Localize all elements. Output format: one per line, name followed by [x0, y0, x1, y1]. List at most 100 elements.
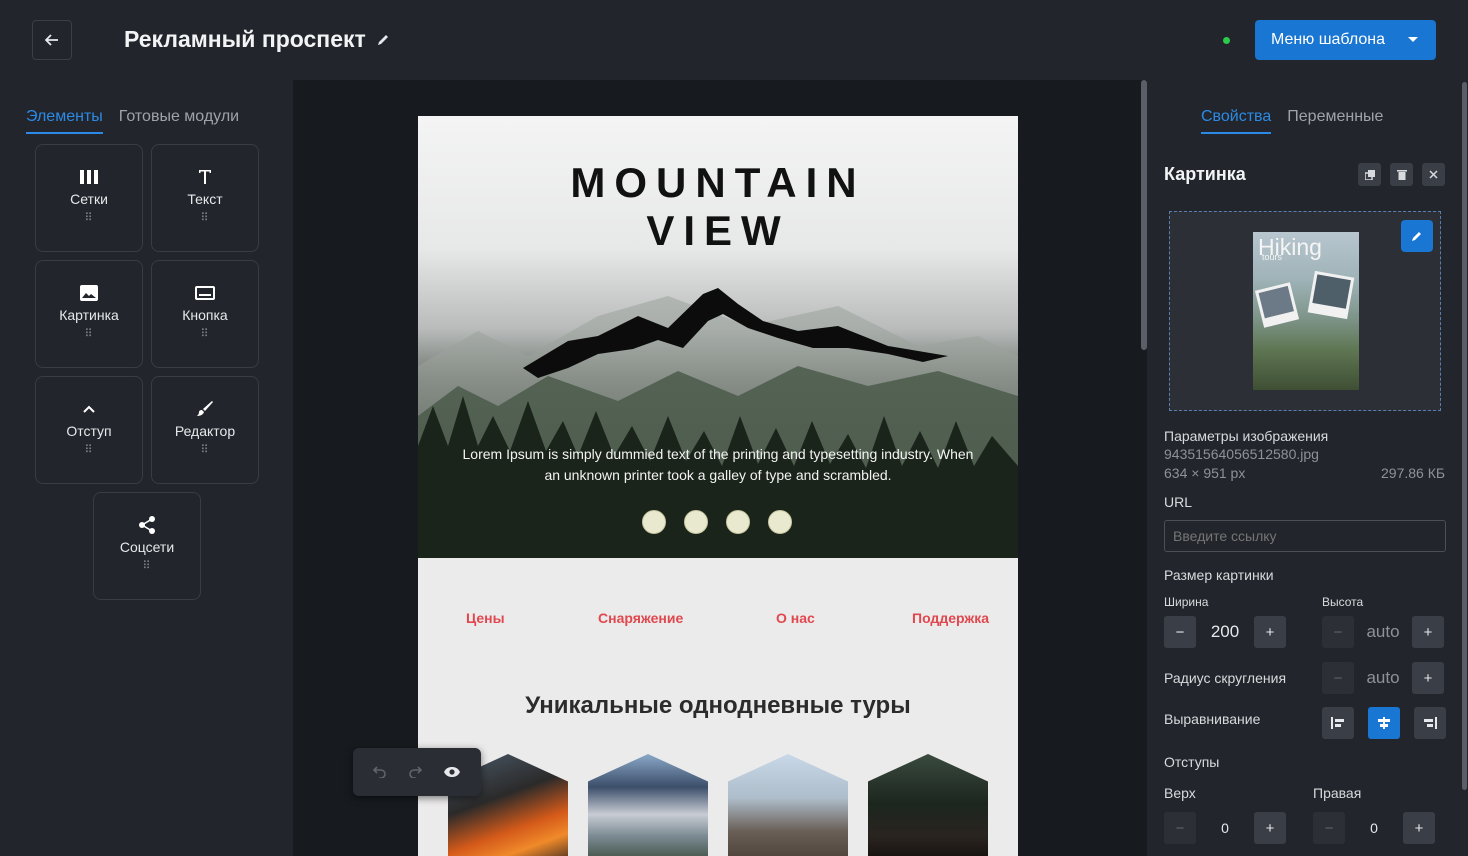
- pencil-icon: [1412, 232, 1421, 241]
- share-icon: [138, 515, 156, 535]
- nav-link-equipment[interactable]: Снаряжение: [598, 610, 683, 626]
- radius-label: Радиус скругления: [1164, 670, 1287, 686]
- padding-right-increment-button[interactable]: +: [1403, 812, 1435, 844]
- padding-top-value[interactable]: 0: [1196, 820, 1254, 836]
- brush-icon: [196, 399, 214, 419]
- preview-thumbnail: Hiking tours: [1253, 232, 1359, 390]
- radius-value[interactable]: auto: [1354, 668, 1412, 688]
- drag-handle-icon[interactable]: ⠿: [84, 329, 93, 340]
- close-icon[interactable]: [1422, 163, 1445, 186]
- padding-top-decrement-button[interactable]: −: [1164, 812, 1196, 844]
- element-tile-editor[interactable]: Редактор ⠿: [151, 376, 259, 484]
- width-decrement-button[interactable]: −: [1164, 616, 1196, 648]
- tile-label: Текст: [187, 191, 223, 207]
- page-title-text: Рекламный проспект: [124, 26, 366, 52]
- element-tile-image[interactable]: Картинка ⠿: [35, 260, 143, 368]
- align-label: Выравнивание: [1164, 711, 1261, 727]
- eye-icon[interactable]: [443, 766, 461, 778]
- tile-label: Отступ: [66, 423, 112, 439]
- tile-label: Картинка: [59, 307, 119, 323]
- drag-handle-icon[interactable]: ⠿: [200, 329, 209, 340]
- top-bar: Рекламный проспект Меню шаблона: [0, 0, 1468, 80]
- email-nav: Цены Снаряжение О нас Поддержка: [418, 610, 1018, 630]
- padding-label: Отступы: [1164, 754, 1220, 770]
- floating-toolbar: [353, 748, 481, 796]
- image-file-name: 94351564056512580.jpg: [1164, 446, 1319, 462]
- back-button[interactable]: [32, 20, 72, 60]
- hero-title-line1: MOUNTAIN: [570, 159, 866, 206]
- drag-handle-icon[interactable]: ⠿: [142, 561, 151, 572]
- tour-image-hiker[interactable]: [728, 754, 848, 856]
- height-label: Высота: [1322, 595, 1364, 609]
- email-template[interactable]: MOUNTAIN VIEW Lorem Ipsum is simply dumm…: [418, 116, 1018, 856]
- width-increment-button[interactable]: +: [1254, 616, 1286, 648]
- tile-label: Редактор: [174, 423, 236, 439]
- nav-link-prices[interactable]: Цены: [466, 610, 505, 626]
- arrow-left-icon: [45, 34, 58, 46]
- edit-image-button[interactable]: [1401, 220, 1433, 252]
- drag-handle-icon[interactable]: ⠿: [84, 213, 93, 224]
- trash-icon[interactable]: [1390, 163, 1413, 186]
- tour-image-tea[interactable]: [868, 754, 988, 856]
- button-icon: [195, 283, 215, 303]
- drag-handle-icon[interactable]: ⠿: [200, 213, 209, 224]
- tab-properties[interactable]: Свойства: [1201, 108, 1272, 134]
- width-value[interactable]: 200: [1196, 622, 1254, 642]
- preview-photo-1: [1254, 282, 1300, 328]
- social-icon-3[interactable]: [726, 510, 750, 534]
- tab-ready-modules[interactable]: Готовые модули: [119, 108, 239, 134]
- height-value[interactable]: auto: [1354, 622, 1412, 642]
- image-icon: [80, 283, 98, 303]
- social-icon-4[interactable]: [768, 510, 792, 534]
- social-icon-2[interactable]: [684, 510, 708, 534]
- image-size-label: Размер картинки: [1164, 567, 1274, 583]
- properties-panel: Свойства Переменные Картинка Hiking tour…: [1147, 80, 1468, 856]
- properties-scrollbar[interactable]: [1462, 82, 1467, 790]
- url-input[interactable]: [1164, 520, 1446, 552]
- text-icon: [198, 167, 212, 187]
- align-left-button[interactable]: [1322, 707, 1354, 739]
- align-right-button[interactable]: [1414, 707, 1446, 739]
- radius-decrement-button[interactable]: −: [1322, 662, 1354, 694]
- image-preview[interactable]: Hiking tours: [1169, 211, 1441, 411]
- nav-link-support[interactable]: Поддержка: [912, 610, 989, 626]
- redo-icon[interactable]: [408, 766, 422, 778]
- preview-subtitle: tours: [1262, 252, 1283, 262]
- element-tile-spacer[interactable]: Отступ ⠿: [35, 376, 143, 484]
- align-left-icon: [1331, 717, 1344, 729]
- align-center-button[interactable]: [1368, 707, 1400, 739]
- element-tile-grid[interactable]: Сетки ⠿: [35, 144, 143, 252]
- element-tile-button[interactable]: Кнопка ⠿: [151, 260, 259, 368]
- drag-handle-icon[interactable]: ⠿: [200, 445, 209, 456]
- pencil-icon[interactable]: [376, 33, 390, 47]
- nav-link-about[interactable]: О нас: [776, 610, 815, 626]
- image-params-label: Параметры изображения: [1164, 428, 1329, 444]
- radius-increment-button[interactable]: +: [1412, 662, 1444, 694]
- width-stepper: − 200 +: [1164, 616, 1286, 648]
- undo-icon[interactable]: [373, 766, 387, 778]
- padding-right-decrement-button[interactable]: −: [1313, 812, 1345, 844]
- element-tile-social[interactable]: Соцсети ⠿: [93, 492, 201, 600]
- tab-elements[interactable]: Элементы: [26, 108, 103, 134]
- left-tabs: Элементы Готовые модули: [26, 108, 239, 134]
- template-menu-label: Меню шаблона: [1271, 31, 1386, 48]
- social-icon-1[interactable]: [642, 510, 666, 534]
- tour-image-tent[interactable]: [588, 754, 708, 856]
- padding-right-value[interactable]: 0: [1345, 820, 1403, 836]
- panel-title: Картинка: [1164, 164, 1246, 184]
- drag-handle-icon[interactable]: ⠿: [84, 445, 93, 456]
- template-menu-button[interactable]: Меню шаблона: [1255, 20, 1436, 60]
- duplicate-icon[interactable]: [1358, 163, 1381, 186]
- height-increment-button[interactable]: +: [1412, 616, 1444, 648]
- tab-variables[interactable]: Переменные: [1287, 108, 1383, 134]
- social-icons-row: [642, 510, 792, 534]
- tile-label: Сетки: [70, 191, 108, 207]
- width-label: Ширина: [1164, 595, 1209, 609]
- image-dimensions: 634 × 951 px: [1164, 465, 1246, 481]
- element-tile-text[interactable]: Текст ⠿: [151, 144, 259, 252]
- padding-top-increment-button[interactable]: +: [1254, 812, 1286, 844]
- hero-image[interactable]: MOUNTAIN VIEW Lorem Ipsum is simply dumm…: [418, 116, 1018, 558]
- page-title[interactable]: Рекламный проспект: [124, 26, 390, 53]
- padding-top-stepper: − 0 +: [1164, 812, 1286, 844]
- height-decrement-button[interactable]: −: [1322, 616, 1354, 648]
